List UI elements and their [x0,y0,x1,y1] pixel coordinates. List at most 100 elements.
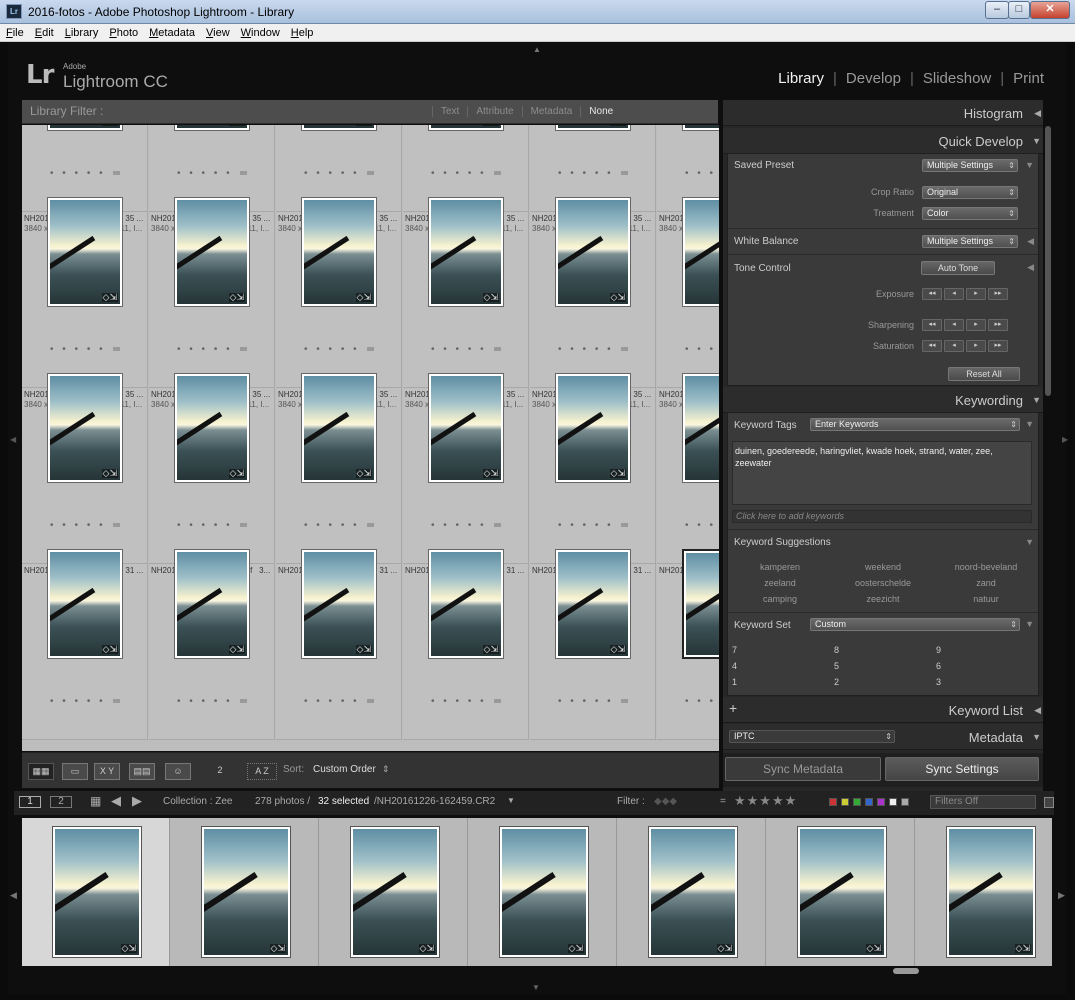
menu-help[interactable]: Help [285,24,319,39]
keyword-edit-badge-icon[interactable]: ◇⇲ [228,645,245,654]
filmstrip-thumbnail[interactable]: ◇⇲ [201,826,291,958]
color-label-swatch[interactable] [877,798,885,806]
white-balance-dropdown[interactable]: Multiple Settings [922,235,1018,248]
keyword-edit-badge-icon[interactable]: ◇⇲ [120,944,137,953]
crop-ratio-dropdown[interactable]: Original [922,186,1018,199]
filter-text[interactable]: Text [432,106,468,117]
auto-tone-button[interactable]: Auto Tone [921,261,995,275]
sharpening-up-large-button[interactable]: ▸▸ [988,319,1008,331]
photo-thumbnail[interactable]: ◇⇲ [174,549,250,659]
menu-library[interactable]: Library [59,24,104,39]
grid-thumbnail-area[interactable]: ◇⇲• • • • • [22,238,148,531]
menu-view[interactable]: View [200,24,235,39]
flag-icon[interactable] [240,699,247,703]
filmstrip-cell[interactable]: ◇⇲ [171,818,319,966]
grid-thumbnail-area[interactable]: ◇⇲• • • • • [22,125,148,355]
menu-photo[interactable]: Photo [103,24,143,39]
keyword-edit-badge-icon[interactable]: ◇⇲ [716,944,733,953]
keyword-suggestion[interactable]: zeezicht [833,594,933,604]
keyword-edit-badge-icon[interactable]: ◇⇲ [482,645,499,654]
rating-dots[interactable]: • • • • • [558,696,614,707]
keyword-edit-badge-icon[interactable]: ◇⇲ [101,645,118,654]
keyword-edit-badge-icon[interactable]: ◇⇲ [418,944,435,953]
rating-dots[interactable]: • • • • • [50,696,106,707]
keyword-list-header[interactable]: + Keyword List ◀ [723,697,1043,723]
grid-thumbnail-area[interactable]: ◇⇲• • • • • [149,238,275,531]
right-panel-scrollbar[interactable] [1045,126,1051,396]
tone-control-toggle-icon[interactable]: ◀ [1027,262,1034,273]
metadata-preset-dropdown[interactable]: IPTC [729,730,895,743]
module-print[interactable]: Print [1013,70,1044,87]
filter-lock-icon[interactable] [1044,797,1054,808]
photo-thumbnail[interactable]: ◇⇲ [301,549,377,659]
keyword-set-slot[interactable]: 3 [936,677,941,687]
keyword-tags-textarea[interactable]: duinen, goedereede, haringvliet, kwade h… [732,441,1032,505]
filmstrip-thumbnail[interactable]: ◇⇲ [946,826,1036,958]
keyword-edit-badge-icon[interactable]: ◇⇲ [567,944,584,953]
current-file[interactable]: /NH20161226-162459.CR2 [374,796,495,807]
source-menu-icon[interactable]: ▼ [507,796,515,805]
filmstrip-cell[interactable]: ◇⇲ [320,818,468,966]
grid-thumbnail-area[interactable]: ◇⇲• • • • • [276,125,402,355]
grid-thumbnail-area[interactable]: ◇⇲• • • • • [403,238,529,531]
keyword-suggestion[interactable]: weekend [833,562,933,572]
grid-thumbnail-area[interactable]: ◇⇲• • • • • [276,238,402,531]
people-view-icon[interactable]: ☺ [165,763,191,780]
filters-off-dropdown[interactable]: Filters Off [930,795,1036,809]
grid-thumbnail-area[interactable]: ◇⇲• • • • • [657,414,719,707]
menu-edit[interactable]: Edit [29,24,59,39]
histogram-header[interactable]: Histogram ◀ [723,100,1043,126]
add-keyword-button[interactable]: + [729,700,737,716]
exposure-down-large-button[interactable]: ◂◂ [922,288,942,300]
color-label-swatch[interactable] [889,798,897,806]
main-window-button[interactable]: 1 [19,796,41,808]
rating-dots[interactable]: • • • • • [685,696,719,707]
photo-thumbnail[interactable]: ◇⇲ [555,549,631,659]
keyword-suggestion[interactable]: zand [936,578,1036,588]
sharpening-down-button[interactable]: ◂ [944,319,964,331]
keywording-header[interactable]: Keywording ▼ [723,387,1043,413]
keyword-set-slot[interactable]: 6 [936,661,941,671]
keyword-set-slot[interactable]: 5 [834,661,839,671]
grid-thumbnail-area[interactable]: ◇⇲• • • • • [403,125,529,355]
keyword-set-dropdown[interactable]: Custom [810,618,1020,631]
filter-metadata[interactable]: Metadata [521,106,581,117]
keyword-set-slot[interactable]: 4 [732,661,737,671]
filter-none[interactable]: None [580,106,622,117]
photo-grid[interactable]: NH20161226-162518.CR2 35 ...3840 x 5760 … [22,125,719,751]
rating-operator[interactable]: = [720,796,726,807]
right-side-panel-toggle-icon[interactable]: ▶ [1062,435,1068,444]
grid-thumbnail-area[interactable]: ◇⇲• • • • • [276,414,402,707]
filmstrip-thumbnail[interactable]: ◇⇲ [648,826,738,958]
keyword-edit-badge-icon[interactable]: ◇⇲ [355,645,372,654]
keyword-set-slot[interactable]: 7 [732,645,737,655]
menu-file[interactable]: File [0,24,29,39]
color-label-swatch[interactable] [853,798,861,806]
filmstrip-thumbnail[interactable]: ◇⇲ [350,826,440,958]
filter-attribute[interactable]: Attribute [467,106,522,117]
saturation-up-button[interactable]: ▸ [966,340,986,352]
keyword-set-slot[interactable]: 1 [732,677,737,687]
keyword-suggestion[interactable]: natuur [936,594,1036,604]
keyword-suggestion[interactable]: camping [730,594,830,604]
sort-arrows-icon[interactable]: ⇕ [382,764,390,775]
left-side-panel-toggle-icon[interactable]: ◀ [10,435,16,444]
sync-metadata-button[interactable]: Sync Metadata [725,757,881,781]
grid-thumbnail-area[interactable]: ◇⇲• • • • • [657,125,719,355]
color-label-filters[interactable] [829,798,909,807]
rating-dots[interactable]: • • • • • [177,696,233,707]
color-label-swatch[interactable] [829,798,837,806]
filmstrip-cell[interactable]: ◇⇲ [916,818,1052,966]
sort-dropdown[interactable]: Custom Order [313,764,376,775]
keyword-edit-badge-icon[interactable]: ◇⇲ [1014,944,1031,953]
quick-develop-header[interactable]: Quick Develop ▼ [723,128,1043,154]
color-label-swatch[interactable] [841,798,849,806]
keyword-suggestion[interactable]: noord-beveland [936,562,1036,572]
grid-thumbnail-area[interactable]: ◇⇲ • • • • • [149,414,275,707]
keyword-suggestion[interactable]: kamperen [730,562,830,572]
grid-thumbnail-area[interactable]: ◇⇲ • • • • • [530,414,656,707]
module-library[interactable]: Library [778,70,824,87]
sync-settings-button[interactable]: Sync Settings [885,757,1039,781]
module-slideshow[interactable]: Slideshow [923,70,991,87]
keyword-suggestion[interactable]: zeeland [730,578,830,588]
